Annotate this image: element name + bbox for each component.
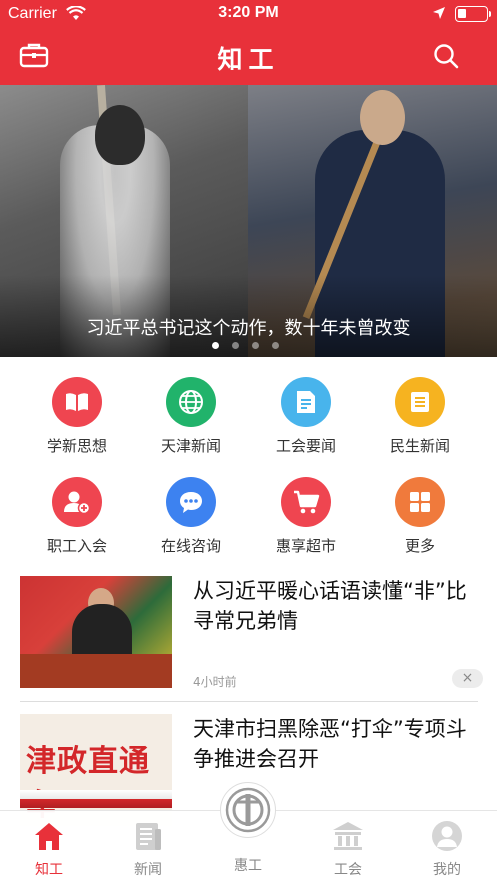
profile-icon [432, 821, 462, 851]
tab-label: 知工 [35, 862, 63, 878]
user-add-icon [52, 477, 102, 527]
tab-label: 工会 [334, 862, 362, 878]
menu-item-more[interactable]: 更多 [370, 477, 470, 556]
home-icon [35, 823, 63, 850]
grid-icon [395, 477, 445, 527]
page-title: 知工 [217, 45, 280, 74]
status-bar: Carrier 3:20 PM [0, 0, 497, 28]
menu-item-join-union[interactable]: 职工入会 [27, 477, 127, 556]
battery-icon [455, 6, 491, 22]
globe-icon [166, 377, 216, 427]
news-thumbnail [20, 576, 172, 688]
chat-icon [166, 477, 216, 527]
news-icon [136, 823, 161, 850]
menu-item-online-consult[interactable]: 在线咨询 [141, 477, 241, 556]
banner-caption: 习近平总书记这个动作，数十年未曾改变 [86, 318, 411, 339]
app-header: Carrier 3:20 PM 知工 [0, 0, 497, 85]
menu-item-supermarket[interactable]: 惠享超市 [256, 477, 356, 556]
menu-item-label: 学新思想 [46, 437, 107, 455]
tab-label: 惠工 [234, 858, 262, 874]
union-logo-icon[interactable] [220, 782, 276, 838]
tab-label: 新闻 [134, 862, 162, 878]
building-icon [333, 822, 363, 850]
search-icon[interactable] [433, 43, 459, 73]
dismiss-button[interactable]: × [452, 669, 483, 688]
menu-item-label: 民生新闻 [389, 437, 450, 455]
menu-item-label: 在线咨询 [160, 537, 221, 555]
document-icon [281, 377, 331, 427]
page-dot [232, 342, 239, 349]
menu-item-livelihood-news[interactable]: 民生新闻 [370, 377, 470, 456]
news-title: 从习近平暖心话语读懂“非”比寻常兄弟情 [193, 579, 467, 633]
menu-item-label: 惠享超市 [275, 537, 336, 555]
page-dot [212, 342, 219, 349]
menu-item-xuexinsixiang[interactable]: 学新思想 [27, 377, 127, 456]
cart-icon [281, 477, 331, 527]
menu-item-label: 天津新闻 [160, 437, 221, 455]
page-indicator [212, 342, 279, 349]
tab-label: 我的 [433, 862, 461, 878]
menu-item-label: 更多 [404, 537, 435, 555]
menu-item-label: 工会要闻 [275, 437, 336, 455]
page-dot [272, 342, 279, 349]
banner-carousel[interactable]: 习近平总书记这个动作，数十年未曾改变 [0, 85, 497, 357]
tab-news[interactable]: 新闻 [113, 819, 183, 879]
menu-item-tianjin-news[interactable]: 天津新闻 [141, 377, 241, 456]
divider [20, 701, 478, 702]
news-item[interactable]: 从习近平暖心话语读懂“非”比寻常兄弟情 4小时前 × [0, 576, 497, 700]
news-title: 天津市扫黑除恶“打伞”专项斗争推进会召开 [193, 717, 467, 771]
page-dot [252, 342, 259, 349]
menu-item-label: 职工入会 [46, 537, 107, 555]
tab-union[interactable]: 工会 [313, 819, 383, 879]
tab-mine[interactable]: 我的 [412, 819, 482, 879]
book-icon [52, 377, 102, 427]
list-icon [395, 377, 445, 427]
feature-menu: 学新思想 天津新闻 工会要闻 民生新闻 职工入会 在线咨询 惠享超市 更多 [0, 357, 497, 565]
news-time: 4小时前 [193, 675, 237, 689]
tab-zhigong[interactable]: 知工 [14, 819, 84, 879]
menu-item-union-news[interactable]: 工会要闻 [256, 377, 356, 456]
location-arrow-icon [432, 6, 446, 24]
clock: 3:20 PM [218, 4, 279, 21]
